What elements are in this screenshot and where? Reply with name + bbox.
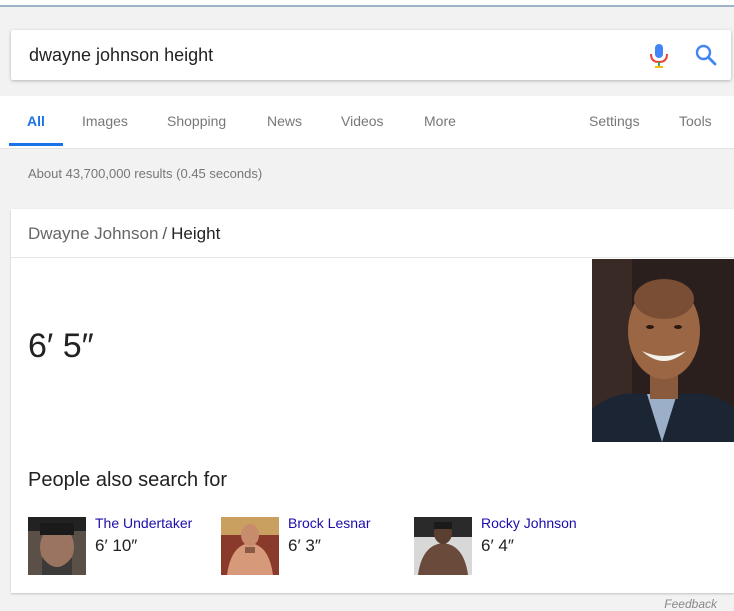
rocky-johnson-thumbnail[interactable] [414,517,472,575]
brock-lesnar-thumbnail[interactable] [221,517,279,575]
related-person-height: 6′ 10″ [95,536,138,555]
search-tabs: All Images Shopping News Videos More Set… [0,96,734,149]
breadcrumb: Dwayne Johnson / Height [28,224,220,244]
search-input[interactable]: dwayne johnson height [29,45,213,66]
active-tab-indicator [9,143,63,146]
related-person-lesnar[interactable]: Brock Lesnar 6′ 3″ [221,515,411,575]
people-also-search-title: People also search for [28,469,228,491]
breadcrumb-attribute: Height [171,224,221,243]
related-person-name[interactable]: Brock Lesnar [288,515,370,531]
search-icon[interactable] [694,43,718,67]
related-person-height: 6′ 3″ [288,536,321,555]
tab-shopping[interactable]: Shopping [167,113,226,129]
search-bar[interactable]: dwayne johnson height [11,30,731,80]
related-person-name[interactable]: Rocky Johnson [481,515,577,531]
tab-videos[interactable]: Videos [341,113,384,129]
undertaker-thumbnail[interactable] [28,517,86,575]
related-person-height: 6′ 4″ [481,536,514,555]
tab-more[interactable]: More [424,113,456,129]
related-person-name[interactable]: The Undertaker [95,515,192,531]
top-divider [0,0,734,7]
breadcrumb-entity-link[interactable]: Dwayne Johnson [28,224,158,243]
feedback-link[interactable]: Feedback [664,597,717,611]
tab-all[interactable]: All [27,113,45,129]
card-header: Dwayne Johnson / Height [11,209,734,258]
tab-tools[interactable]: Tools [679,113,712,129]
height-answer: 6′ 5″ [28,327,94,365]
related-person-rocky-johnson[interactable]: Rocky Johnson 6′ 4″ [414,515,604,575]
tab-settings[interactable]: Settings [589,113,640,129]
knowledge-card: Dwayne Johnson / Height 6′ 5″ People also … [11,209,734,593]
result-stats: About 43,700,000 results (0.45 seconds) [28,166,263,181]
breadcrumb-separator: / [162,224,168,243]
related-person-undertaker[interactable]: The Undertaker 6′ 10″ [28,515,218,575]
microphone-icon[interactable] [647,43,671,69]
dwayne-johnson-photo[interactable] [592,259,734,442]
tab-news[interactable]: News [267,113,302,129]
tab-images[interactable]: Images [82,113,128,129]
